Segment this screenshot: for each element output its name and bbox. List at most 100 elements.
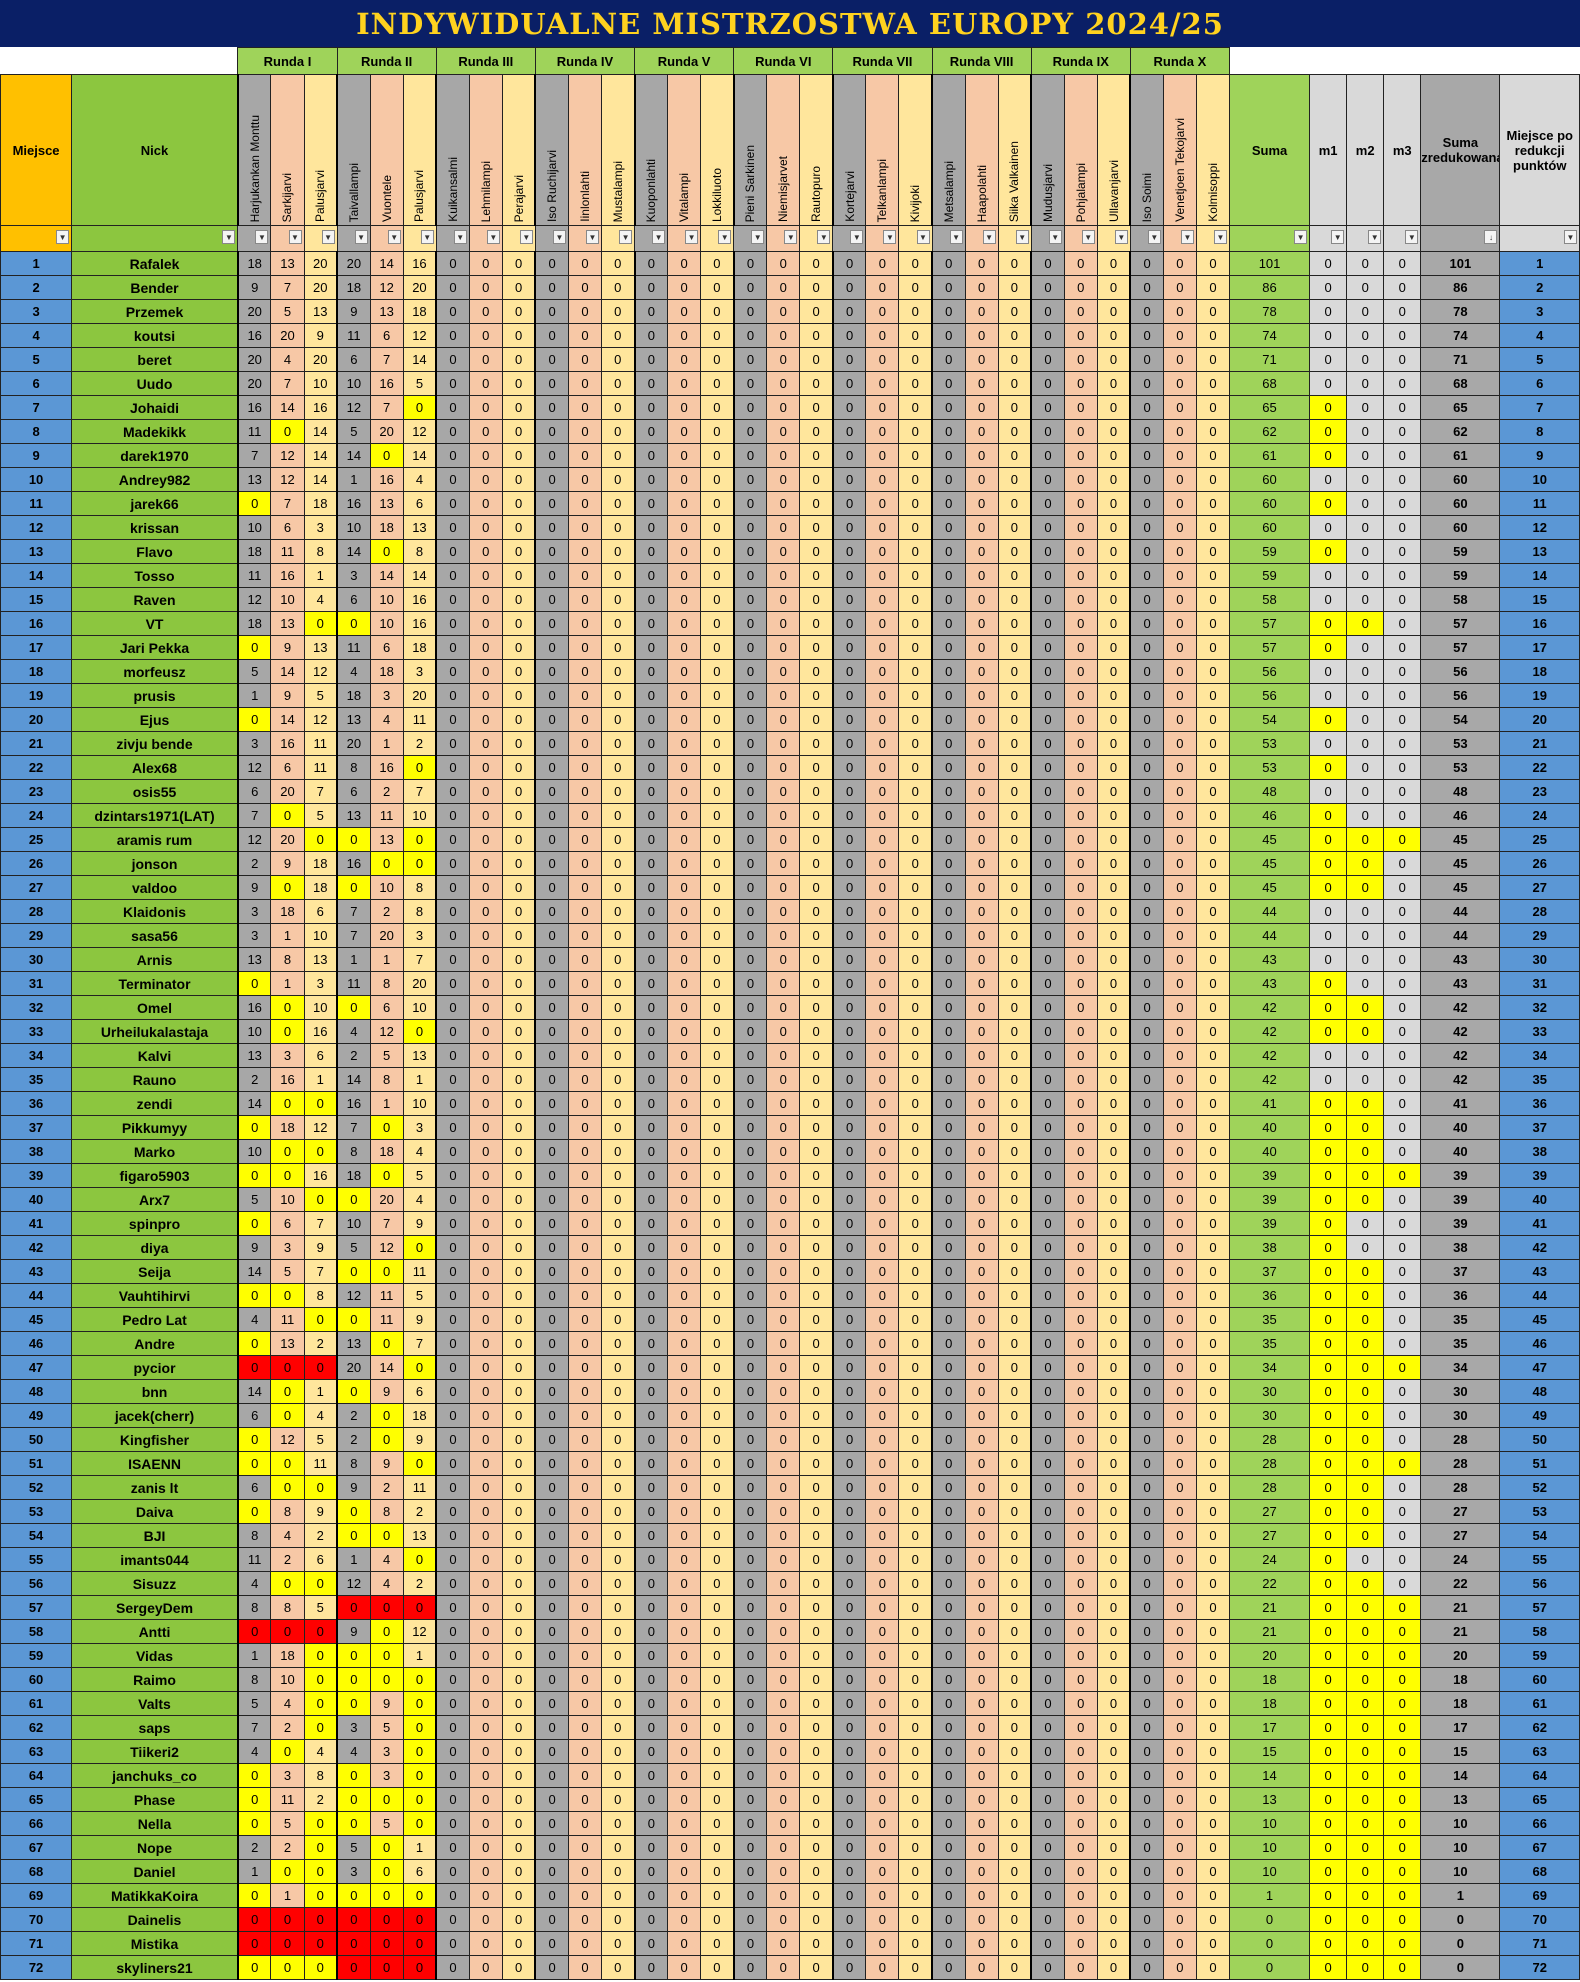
score-cell: 0 (732, 1187, 768, 1212)
score-cell: 0 (1129, 419, 1164, 444)
score-cell: 0 (766, 1307, 801, 1332)
score-cell: 0 (865, 827, 900, 852)
score-cell: 0 (766, 1115, 801, 1140)
suma-cell: 21 (1228, 1619, 1311, 1644)
filter-dropdown-icon[interactable]: ▼ (1331, 230, 1345, 244)
score-cell: 0 (534, 1307, 569, 1332)
score-cell: 0 (930, 779, 966, 804)
filter-dropdown-icon[interactable]: ▼ (288, 230, 302, 244)
filter-dropdown-icon[interactable]: ▼ (1213, 230, 1227, 244)
filter-dropdown-icon[interactable]: ▼ (222, 230, 236, 244)
filter-dropdown-icon[interactable]: ▼ (883, 230, 897, 244)
score-cell: 0 (435, 467, 470, 492)
score-cell: 0 (1030, 1163, 1065, 1188)
suma-cell: 42 (1228, 1043, 1311, 1068)
score-cell: 18 (270, 1115, 305, 1140)
score-cell: 0 (1129, 1643, 1164, 1668)
filter-dropdown-icon[interactable]: ▼ (1015, 230, 1029, 244)
score-cell: 0 (534, 731, 569, 756)
filter-dropdown-icon[interactable]: ▼ (420, 230, 434, 244)
nick-cell: Bender (71, 275, 239, 300)
score-cell: 0 (667, 947, 702, 972)
filter-dropdown-icon[interactable]: ▼ (552, 230, 566, 244)
score-cell: 13 (236, 1043, 272, 1068)
score-cell: 10 (303, 371, 338, 396)
score-cell: 1 (402, 1835, 437, 1860)
player-row: 60 Raimo 8 10 0 0 0 0 0 0 0 0 0 0 0 0 0 0 0 0 0 0 0 0 0 0 0 0 0 0 0 0 18… (0, 1667, 1580, 1692)
filter-dropdown-icon[interactable]: ▼ (1048, 230, 1062, 244)
filter-dropdown-icon[interactable]: ▼ (486, 230, 500, 244)
lake-name: Telkanlampi (875, 158, 890, 222)
filter-dropdown-icon[interactable]: ▼ (916, 230, 930, 244)
m1-cell: 0 (1309, 1235, 1348, 1260)
score-cell: 0 (534, 1067, 569, 1092)
filter-dropdown-icon[interactable]: ▼ (652, 230, 666, 244)
filter-dropdown-icon[interactable]: ▼ (817, 230, 831, 244)
score-cell: 0 (997, 539, 1032, 564)
filter-cell: ▼ (733, 225, 768, 252)
filter-dropdown-icon[interactable]: ▼ (354, 230, 368, 244)
score-cell: 0 (1096, 1139, 1131, 1164)
filter-dropdown-icon[interactable]: ▼ (850, 230, 864, 244)
score-cell: 0 (1129, 827, 1164, 852)
filter-dropdown-icon[interactable]: ▼ (1114, 230, 1128, 244)
filter-dropdown-icon[interactable]: ▼ (1180, 230, 1194, 244)
m1-cell: 0 (1309, 1139, 1348, 1164)
score-cell: 0 (898, 875, 933, 900)
score-cell: 18 (303, 851, 338, 876)
filter-dropdown-icon[interactable]: ▼ (453, 230, 467, 244)
filter-dropdown-icon[interactable]: ▼ (255, 230, 269, 244)
score-cell: 0 (270, 1163, 305, 1188)
round-header: Runda VII (832, 47, 933, 75)
score-cell: 0 (700, 1811, 735, 1836)
filter-dropdown-icon[interactable]: ▼ (387, 230, 401, 244)
score-cell: 0 (1030, 1283, 1065, 1308)
score-cell: 0 (997, 1667, 1032, 1692)
filter-dropdown-icon[interactable]: ▼ (519, 230, 533, 244)
sort-desc-icon[interactable]: ↓ (1484, 230, 1498, 244)
score-cell: 0 (799, 1595, 834, 1620)
lake-name: Vitalampi (677, 172, 692, 222)
score-cell: 0 (1096, 1811, 1131, 1836)
filter-dropdown-icon[interactable]: ▼ (685, 230, 699, 244)
filter-dropdown-icon[interactable]: ▼ (784, 230, 798, 244)
score-cell: 0 (303, 1907, 338, 1932)
place-cell: 3 (0, 299, 73, 324)
score-cell: 0 (567, 1475, 602, 1500)
filter-dropdown-icon[interactable]: ▼ (751, 230, 765, 244)
score-cell: 0 (1129, 467, 1164, 492)
filter-dropdown-icon[interactable]: ▼ (619, 230, 633, 244)
score-cell: 0 (700, 1307, 735, 1332)
filter-dropdown-icon[interactable]: ▼ (585, 230, 599, 244)
filter-dropdown-icon[interactable]: ▼ (1368, 230, 1382, 244)
nick-cell: Andre (71, 1331, 239, 1356)
score-cell: 2 (402, 1499, 437, 1524)
score-cell: 12 (236, 755, 272, 780)
nick-cell: Daiva (71, 1499, 239, 1524)
filter-dropdown-icon[interactable]: ▼ (1081, 230, 1095, 244)
score-cell: 0 (468, 539, 503, 564)
score-cell: 0 (1063, 275, 1098, 300)
lake-header: Pohjalampi (1063, 74, 1098, 226)
miejsce-po-redukcji-cell: 56 (1499, 1571, 1580, 1596)
score-cell: 0 (964, 1475, 999, 1500)
filter-dropdown-icon[interactable]: ▼ (56, 230, 70, 244)
score-cell: 0 (667, 1331, 702, 1356)
filter-dropdown-icon[interactable]: ▼ (982, 230, 996, 244)
filter-dropdown-icon[interactable]: ▼ (321, 230, 335, 244)
score-cell: 0 (865, 1307, 900, 1332)
score-cell: 14 (402, 443, 437, 468)
filter-dropdown-icon[interactable]: ▼ (718, 230, 732, 244)
score-cell: 0 (831, 1187, 867, 1212)
score-cell: 0 (799, 1835, 834, 1860)
filter-dropdown-icon[interactable]: ▼ (1147, 230, 1161, 244)
filter-dropdown-icon[interactable]: ▼ (949, 230, 963, 244)
score-cell: 14 (369, 563, 404, 588)
filter-dropdown-icon[interactable]: ▼ (1405, 230, 1419, 244)
filter-dropdown-icon[interactable]: ▼ (1294, 230, 1308, 244)
suma-cell: 46 (1228, 803, 1311, 828)
score-cell: 11 (236, 563, 272, 588)
filter-dropdown-icon[interactable]: ▼ (1564, 230, 1577, 244)
score-cell: 0 (534, 1667, 569, 1692)
score-cell: 0 (435, 899, 470, 924)
